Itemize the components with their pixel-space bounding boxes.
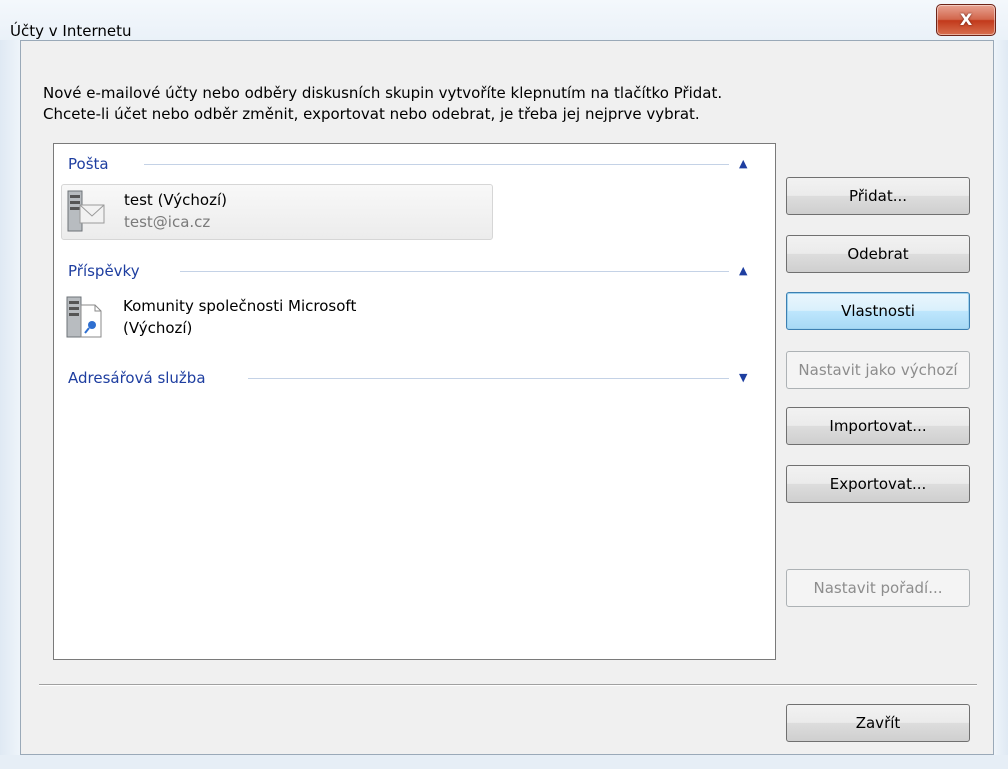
- window-border-bottom: [0, 755, 1008, 769]
- accounts-list[interactable]: Pošta ▲ test (Výchozí) test@ica.cz Přísp…: [53, 143, 776, 660]
- group-header-directory[interactable]: Adresářová služba ▼: [54, 368, 774, 388]
- mail-account-icon: [67, 190, 105, 232]
- account-item-test[interactable]: test (Výchozí) test@ica.cz: [61, 184, 493, 240]
- account-name: test (Výchozí): [124, 191, 227, 209]
- window-border-right: [994, 40, 1008, 769]
- close-window-button[interactable]: X: [936, 4, 996, 36]
- export-button[interactable]: Exportovat...: [786, 465, 970, 503]
- dialog-client-area: Nové e-mailové účty nebo odběry diskusní…: [20, 40, 994, 755]
- account-default-label: (Výchozí): [123, 319, 193, 337]
- account-item-microsoft-communities[interactable]: Komunity společnosti Microsoft (Výchozí): [61, 291, 493, 347]
- chevron-down-icon[interactable]: ▼: [739, 368, 747, 388]
- remove-button[interactable]: Odebrat: [786, 235, 970, 273]
- description-line-1: Nové e-mailové účty nebo odběry diskusní…: [43, 84, 723, 102]
- footer-separator: [39, 684, 977, 686]
- description-line-2: Chcete-li účet nebo odběr změnit, export…: [43, 105, 700, 123]
- group-label-directory: Adresářová služba: [68, 368, 210, 388]
- news-account-icon: [66, 296, 102, 338]
- group-label-news: Příspěvky: [68, 261, 144, 281]
- group-header-news[interactable]: Příspěvky ▲: [54, 261, 774, 281]
- properties-button[interactable]: Vlastnosti: [786, 292, 970, 330]
- window-title: Účty v Internetu: [10, 22, 132, 40]
- account-email: test@ica.cz: [124, 213, 211, 231]
- window-border-left: [0, 40, 20, 769]
- set-order-button[interactable]: Nastavit pořadí...: [786, 569, 970, 607]
- close-icon: X: [959, 10, 973, 29]
- group-divider-line: [144, 164, 729, 165]
- chevron-up-icon[interactable]: ▲: [739, 261, 747, 281]
- set-default-button[interactable]: Nastavit jako výchozí: [786, 351, 970, 389]
- add-button[interactable]: Přidat...: [786, 177, 970, 215]
- close-button[interactable]: Zavřít: [786, 704, 970, 742]
- group-header-mail[interactable]: Pošta ▲: [54, 154, 774, 174]
- chevron-up-icon[interactable]: ▲: [739, 154, 747, 174]
- group-divider-line: [180, 271, 729, 272]
- import-button[interactable]: Importovat...: [786, 407, 970, 445]
- group-label-mail: Pošta: [68, 154, 113, 174]
- description-text: Nové e-mailové účty nebo odběry diskusní…: [43, 83, 722, 125]
- group-divider-line: [248, 378, 729, 379]
- account-name: Komunity společnosti Microsoft: [123, 297, 357, 315]
